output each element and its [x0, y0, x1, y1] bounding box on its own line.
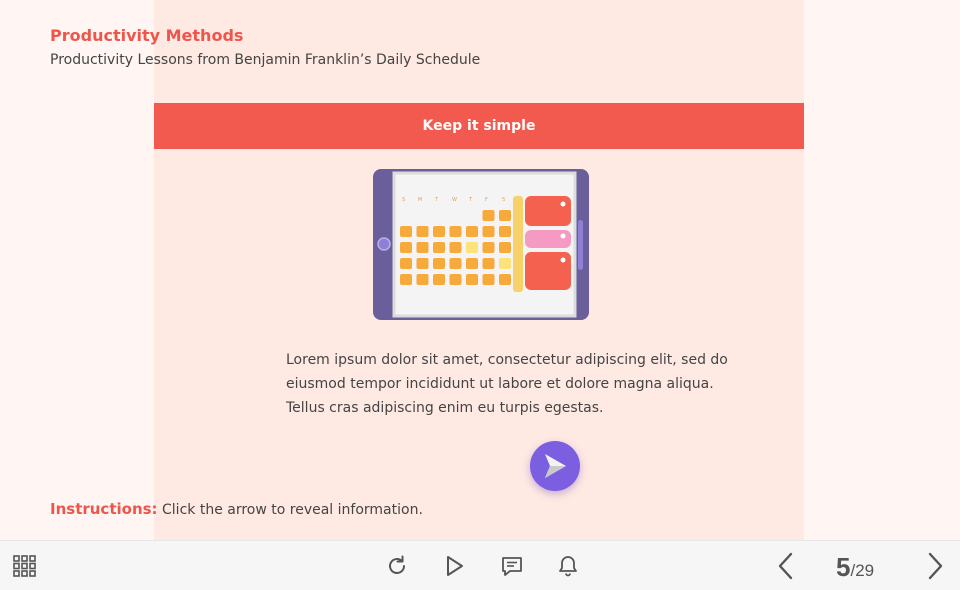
- tablet-calendar-icon: S M T W T F S: [372, 168, 590, 322]
- current-page: 5: [836, 552, 851, 582]
- total-pages: /29: [850, 561, 875, 580]
- body-text: Lorem ipsum dolor sit amet, consectetur …: [286, 352, 728, 416]
- instructions-label: Instructions:: [50, 500, 158, 518]
- weekday-letter: F: [485, 197, 488, 203]
- instructions: Instructions: Click the arrow to reveal …: [50, 500, 423, 518]
- instructions-text: Click the arrow to reveal information.: [162, 502, 423, 518]
- page-title: Productivity Methods: [50, 26, 244, 45]
- banner-label: Keep it simple: [422, 118, 536, 134]
- replay-icon[interactable]: [382, 551, 412, 581]
- slide: Productivity Methods Productivity Lesson…: [0, 0, 960, 540]
- section-banner: Keep it simple: [154, 103, 804, 149]
- player-toolbar: 5 /29: [0, 540, 960, 590]
- transcript-icon[interactable]: [497, 551, 527, 581]
- reveal-arrow-button[interactable]: [530, 441, 580, 491]
- weekday-letter: S: [502, 197, 505, 203]
- chevron-left-icon[interactable]: [771, 551, 801, 581]
- grid-menu-icon[interactable]: [10, 551, 40, 581]
- bell-icon[interactable]: [553, 551, 583, 581]
- weekday-letter: S: [402, 197, 405, 203]
- weekday-letter: W: [452, 197, 457, 203]
- play-arrow-icon: [545, 454, 566, 478]
- page-subtitle: Productivity Lessons from Benjamin Frank…: [50, 52, 481, 68]
- chevron-right-icon[interactable]: [920, 551, 950, 581]
- page-counter: 5 /29: [836, 552, 874, 582]
- weekday-letter: M: [418, 197, 422, 203]
- play-icon[interactable]: [439, 551, 469, 581]
